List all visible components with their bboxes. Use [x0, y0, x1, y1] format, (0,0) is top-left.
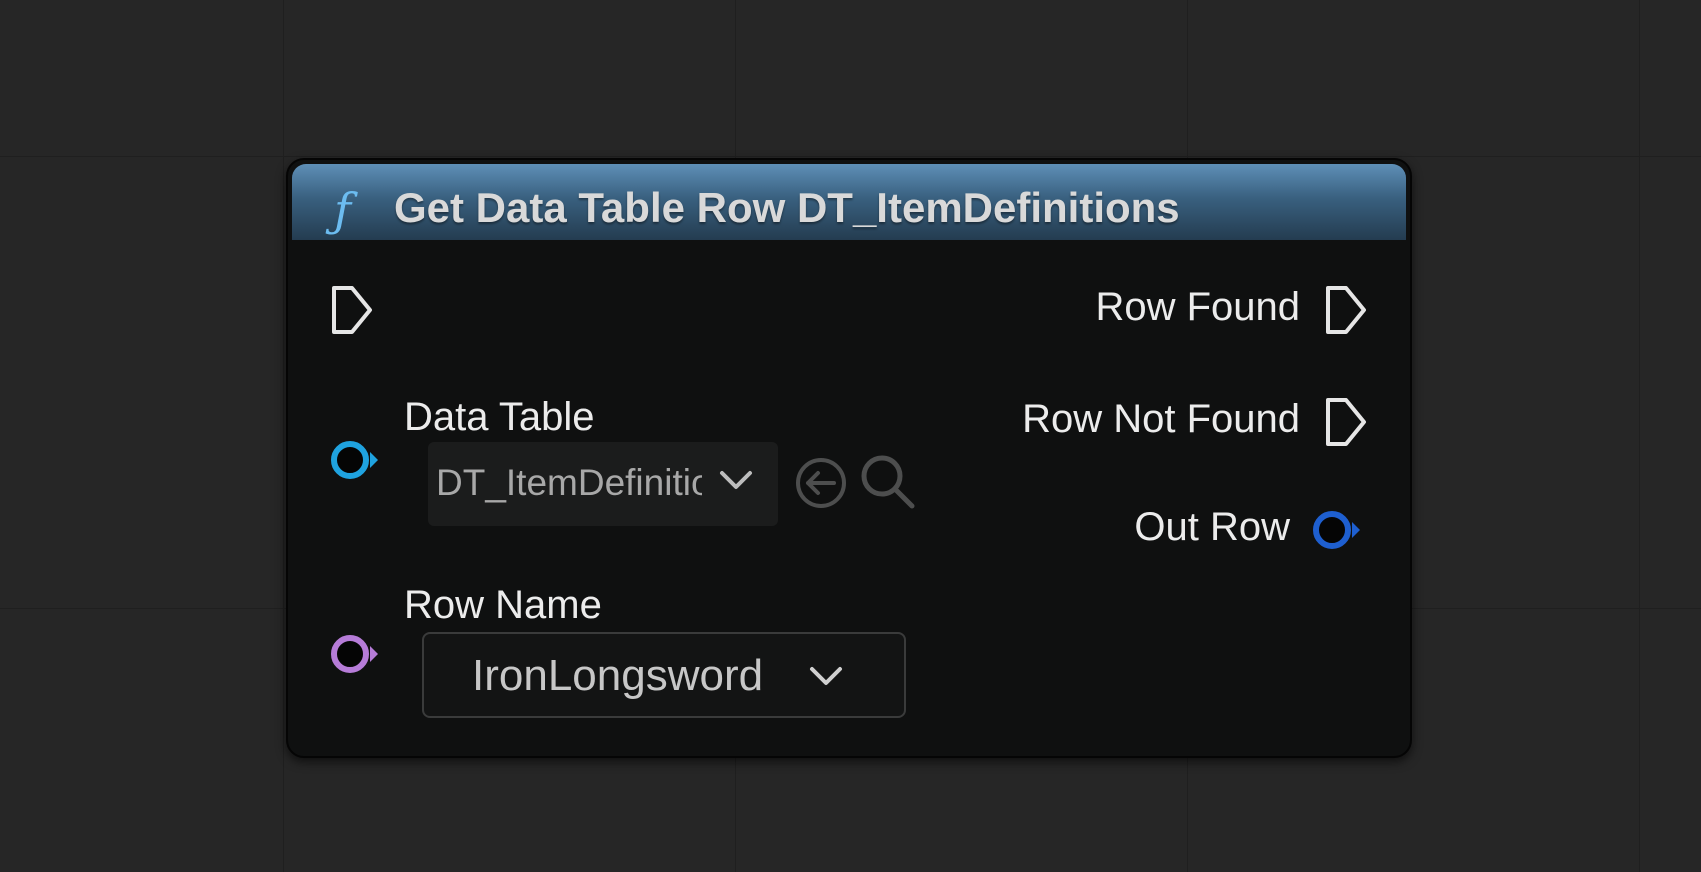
row-found-label: Row Found [1095, 285, 1300, 329]
chevron-down-icon [720, 471, 752, 489]
out-row-data-pin-icon[interactable] [1312, 508, 1364, 552]
graph-canvas[interactable]: ƒ Get Data Table Row DT_ItemDefinitions … [0, 0, 1701, 872]
row-found-exec-pin-icon[interactable] [1324, 284, 1370, 336]
browse-asset-search-icon[interactable] [858, 452, 918, 512]
data-table-value: DT_ItemDefinitions [436, 462, 702, 503]
chevron-down-icon [810, 667, 842, 685]
data-table-label: Data Table [404, 395, 595, 439]
row-not-found-exec-pin-icon[interactable] [1324, 396, 1370, 448]
row-name-pin-icon[interactable] [330, 632, 382, 676]
data-table-dropdown[interactable]: DT_ItemDefinitions [428, 442, 778, 526]
row-name-dropdown[interactable]: IronLongsword [422, 632, 906, 718]
function-icon: ƒ [334, 183, 352, 237]
node-title: Get Data Table Row DT_ItemDefinitions [394, 184, 1180, 231]
use-selected-asset-icon[interactable] [794, 456, 848, 510]
out-row-label: Out Row [1134, 505, 1290, 549]
node-header[interactable]: ƒ Get Data Table Row DT_ItemDefinitions [292, 164, 1406, 240]
data-table-pin-icon[interactable] [330, 438, 382, 482]
row-not-found-label: Row Not Found [1022, 397, 1300, 441]
row-name-value: IronLongsword [472, 651, 764, 700]
get-data-table-row-node[interactable]: ƒ Get Data Table Row DT_ItemDefinitions … [286, 158, 1412, 758]
row-name-label: Row Name [404, 583, 602, 627]
exec-in-pin-icon[interactable] [330, 284, 376, 336]
